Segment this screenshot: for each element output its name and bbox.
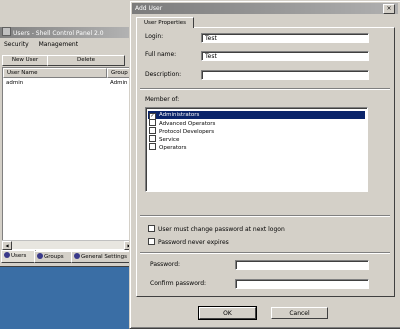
confirm-password-label: Confirm password: <box>150 280 207 287</box>
password-never-expires-checkbox[interactable]: Password never expires <box>147 238 229 246</box>
delete-button[interactable]: Delete <box>47 55 125 66</box>
must-change-password-checkbox[interactable]: User must change password at next logon <box>147 225 285 233</box>
must-change-label: User must change password at next logon <box>158 226 285 233</box>
settings-icon <box>74 253 80 259</box>
checkbox-service[interactable] <box>149 135 156 142</box>
tab-users-label: Users <box>11 253 27 259</box>
password-field[interactable] <box>235 260 369 270</box>
bg-window-titlebar[interactable]: Users - Shell Control Panel 2.0 <box>0 27 136 38</box>
menu-security[interactable]: Security <box>4 41 29 48</box>
never-expires-label: Password never expires <box>158 239 229 246</box>
scroll-left-icon[interactable]: ◀ <box>2 241 12 250</box>
list-item[interactable]: Operators <box>148 143 365 151</box>
horizontal-scrollbar[interactable]: ◀ ▶ <box>2 240 134 250</box>
dialog-title: Add User <box>135 5 163 12</box>
bg-tabstrip: Users Groups General Settings <box>0 250 140 263</box>
login-label: Login: <box>145 33 164 40</box>
list-item[interactable]: Protocol Developers <box>148 127 365 135</box>
cancel-button[interactable]: Cancel <box>271 307 328 319</box>
ok-button[interactable]: OK <box>198 306 257 320</box>
group-name: Operators <box>159 145 187 151</box>
description-label: Description: <box>145 71 182 78</box>
list-item[interactable]: Advanced Operators <box>148 119 365 127</box>
bg-window-title: Users - Shell Control Panel 2.0 <box>13 30 104 37</box>
row-group: Admin <box>110 80 128 86</box>
user-list-header: User Name Group <box>3 68 135 78</box>
tab-general-settings-label: General Settings <box>81 254 127 260</box>
column-user-name[interactable]: User Name <box>3 68 107 78</box>
checkbox-operators[interactable] <box>149 143 156 150</box>
users-icon <box>4 252 10 258</box>
tab-groups-label: Groups <box>44 254 64 260</box>
tab-users[interactable]: Users <box>1 250 36 263</box>
checkbox-advanced-operators[interactable] <box>149 119 156 126</box>
group-name: Administrators <box>159 112 200 118</box>
separator <box>140 252 390 254</box>
description-field[interactable] <box>201 70 369 80</box>
table-row[interactable]: admin Admin <box>3 79 135 87</box>
checkbox-protocol-developers[interactable] <box>149 127 156 134</box>
full-name-label: Full name: <box>145 51 177 58</box>
groups-list[interactable]: ✓ Administrators Advanced Operators Proto… <box>145 107 368 192</box>
separator <box>140 215 390 217</box>
separator <box>140 88 390 90</box>
menu-management[interactable]: Management <box>39 41 79 48</box>
checkbox-never-expires[interactable] <box>148 238 155 245</box>
password-label: Password: <box>150 261 181 268</box>
tab-user-properties[interactable]: User Properties <box>136 17 194 28</box>
user-list[interactable]: User Name Group admin Admin <box>2 67 136 252</box>
confirm-password-field[interactable] <box>235 279 369 289</box>
full-name-field[interactable] <box>201 51 369 61</box>
row-user-name: admin <box>6 80 24 86</box>
dialog-titlebar[interactable]: Add User × <box>132 3 398 14</box>
bg-menubar: Security Management <box>0 40 136 50</box>
member-of-label: Member of: <box>145 96 180 103</box>
groups-icon <box>37 253 43 259</box>
login-field[interactable] <box>201 33 369 43</box>
close-icon[interactable]: × <box>383 4 395 14</box>
app-icon <box>2 27 11 36</box>
new-user-button[interactable]: New User <box>2 55 48 66</box>
list-item[interactable]: Service <box>148 135 365 143</box>
checkbox-must-change[interactable] <box>148 225 155 232</box>
list-item[interactable]: ✓ Administrators <box>148 111 365 120</box>
tab-groups[interactable]: Groups <box>34 251 73 263</box>
users-control-panel-window: Users - Shell Control Panel 2.0 Security… <box>0 0 140 267</box>
